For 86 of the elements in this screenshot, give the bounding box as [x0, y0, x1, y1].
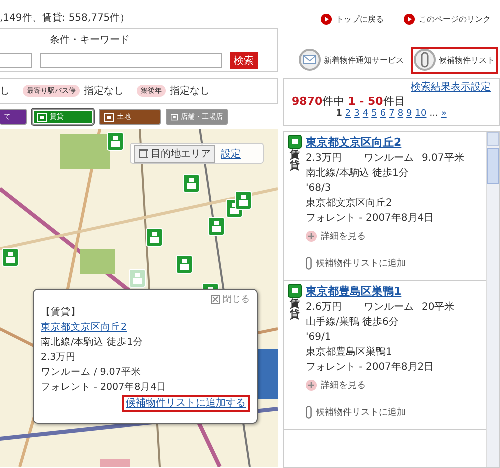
condition-value: 指定なし	[170, 84, 210, 98]
property-detail: フォレント - 2007年8月2日	[306, 361, 436, 375]
property-area: 9.07平米	[422, 152, 464, 166]
property-detail: 東京都文京区向丘2	[306, 196, 394, 211]
mail-icon	[299, 49, 321, 71]
details-link[interactable]: 詳細を見る	[306, 379, 366, 392]
property-detail: '69/1	[306, 331, 332, 345]
property-layout: ワンルーム	[364, 301, 414, 315]
page-number-link[interactable]: 9	[406, 109, 412, 119]
house-marker-icon	[107, 132, 124, 151]
plus-icon	[306, 231, 317, 242]
property-detail: フォレント - 2007年8月4日	[41, 381, 167, 395]
building-area	[100, 459, 130, 467]
plus-icon	[306, 380, 317, 391]
pagination-ellipsis: ...	[430, 109, 438, 119]
property-detail: '68/3	[306, 182, 332, 196]
play-circle-icon	[321, 14, 332, 24]
page-link[interactable]: トップに戻る	[321, 12, 384, 26]
search-label: 条件・キーワード	[50, 34, 131, 47]
play-circle-icon	[404, 14, 415, 24]
park-area	[80, 249, 115, 274]
map-area-icon	[138, 148, 149, 159]
property-layout: ワンルーム	[364, 152, 414, 166]
page-number-link[interactable]: 4	[362, 109, 369, 119]
add-to-list-link[interactable]: 候補物件リストに追加する	[122, 395, 250, 412]
paperclip-icon	[306, 257, 312, 270]
paperclip-icon	[306, 406, 312, 419]
property-title-link[interactable]: 東京都豊島区巣鴨1	[306, 284, 402, 299]
add-to-list-link[interactable]: 候補物件リストに追加	[306, 406, 406, 419]
property-price: 2.6万円	[306, 301, 343, 315]
house-marker-icon	[2, 248, 19, 267]
page-number-link[interactable]: 6	[380, 109, 386, 119]
house-marker-icon	[208, 217, 225, 236]
keyword-field[interactable]	[40, 53, 222, 68]
condition-value: し	[0, 85, 10, 98]
property-type: 賃貸	[290, 299, 300, 321]
page-number-link[interactable]: 8	[398, 109, 404, 119]
page-number-link[interactable]: 1	[336, 109, 342, 119]
paperclip-icon	[414, 49, 436, 71]
property-detail: フォレント - 2007年8月4日	[306, 212, 436, 226]
page-number-link[interactable]: 2	[345, 109, 352, 119]
input-field[interactable]	[0, 53, 32, 68]
house-marker-icon	[176, 255, 193, 274]
destination-area-button[interactable]: 目的地エリア	[134, 144, 215, 162]
service-button[interactable]: 候補物件リスト	[411, 46, 498, 74]
property-detail: 南北線/本駒込 徒歩1分	[306, 166, 410, 181]
building-icon	[37, 112, 47, 122]
result-total: 9870件中 1 - 50件目	[292, 94, 406, 109]
property-detail: 東京都豊島区巣鴨1	[306, 346, 394, 360]
house-marker-icon	[146, 228, 163, 247]
scroll-up-button[interactable]	[487, 132, 499, 146]
property-area: 20平米	[422, 301, 455, 315]
property-type: 【賃貸】	[41, 306, 81, 320]
page-number-link[interactable]: 5	[372, 109, 378, 119]
close-icon	[211, 294, 220, 304]
building-icon	[171, 112, 178, 122]
scrollbar[interactable]	[486, 132, 499, 467]
house-marker-icon	[235, 191, 252, 210]
next-page-link[interactable]: »	[441, 109, 447, 119]
scroll-thumb[interactable]	[487, 148, 499, 184]
property-type: 賃貸	[290, 150, 300, 172]
property-title-link[interactable]: 東京都文京区向丘2	[306, 135, 402, 150]
add-to-list-link[interactable]: 候補物件リストに追加	[306, 257, 406, 270]
property-detail: 南北線/本駒込 徒歩1分	[41, 336, 144, 350]
building-icon	[104, 112, 114, 122]
property-price: 2.3万円	[306, 152, 343, 166]
details-link[interactable]: 詳細を見る	[306, 230, 366, 243]
close-button[interactable]: 閉じる	[211, 293, 250, 305]
house-marker-icon	[183, 174, 200, 193]
display-settings-link[interactable]: 検索結果表示設定	[411, 80, 491, 94]
search-button[interactable]: 検索	[230, 52, 258, 69]
page-link[interactable]: このページのリンク	[404, 12, 491, 26]
park-area	[60, 134, 110, 169]
page-number-link[interactable]: 7	[389, 109, 395, 119]
property-title-link[interactable]: 東京都文京区向丘2	[41, 320, 128, 335]
page-number-link[interactable]: 10	[415, 109, 427, 119]
condition-value: 指定なし	[84, 84, 124, 98]
property-detail: 山手線/巣鴨 徒歩6分	[306, 316, 400, 330]
settings-link[interactable]: 設定	[221, 146, 241, 160]
property-detail: 2.3万円	[41, 351, 76, 365]
building-icon	[288, 284, 302, 298]
service-button[interactable]: 新着物件通知サービス	[296, 46, 407, 74]
building-icon	[288, 135, 302, 149]
result-count-text: ,149件、賃貸: 558,775件）	[0, 12, 132, 26]
page-number-link[interactable]: 3	[354, 109, 360, 119]
property-detail: ワンルーム / 9.07平米	[41, 366, 142, 380]
